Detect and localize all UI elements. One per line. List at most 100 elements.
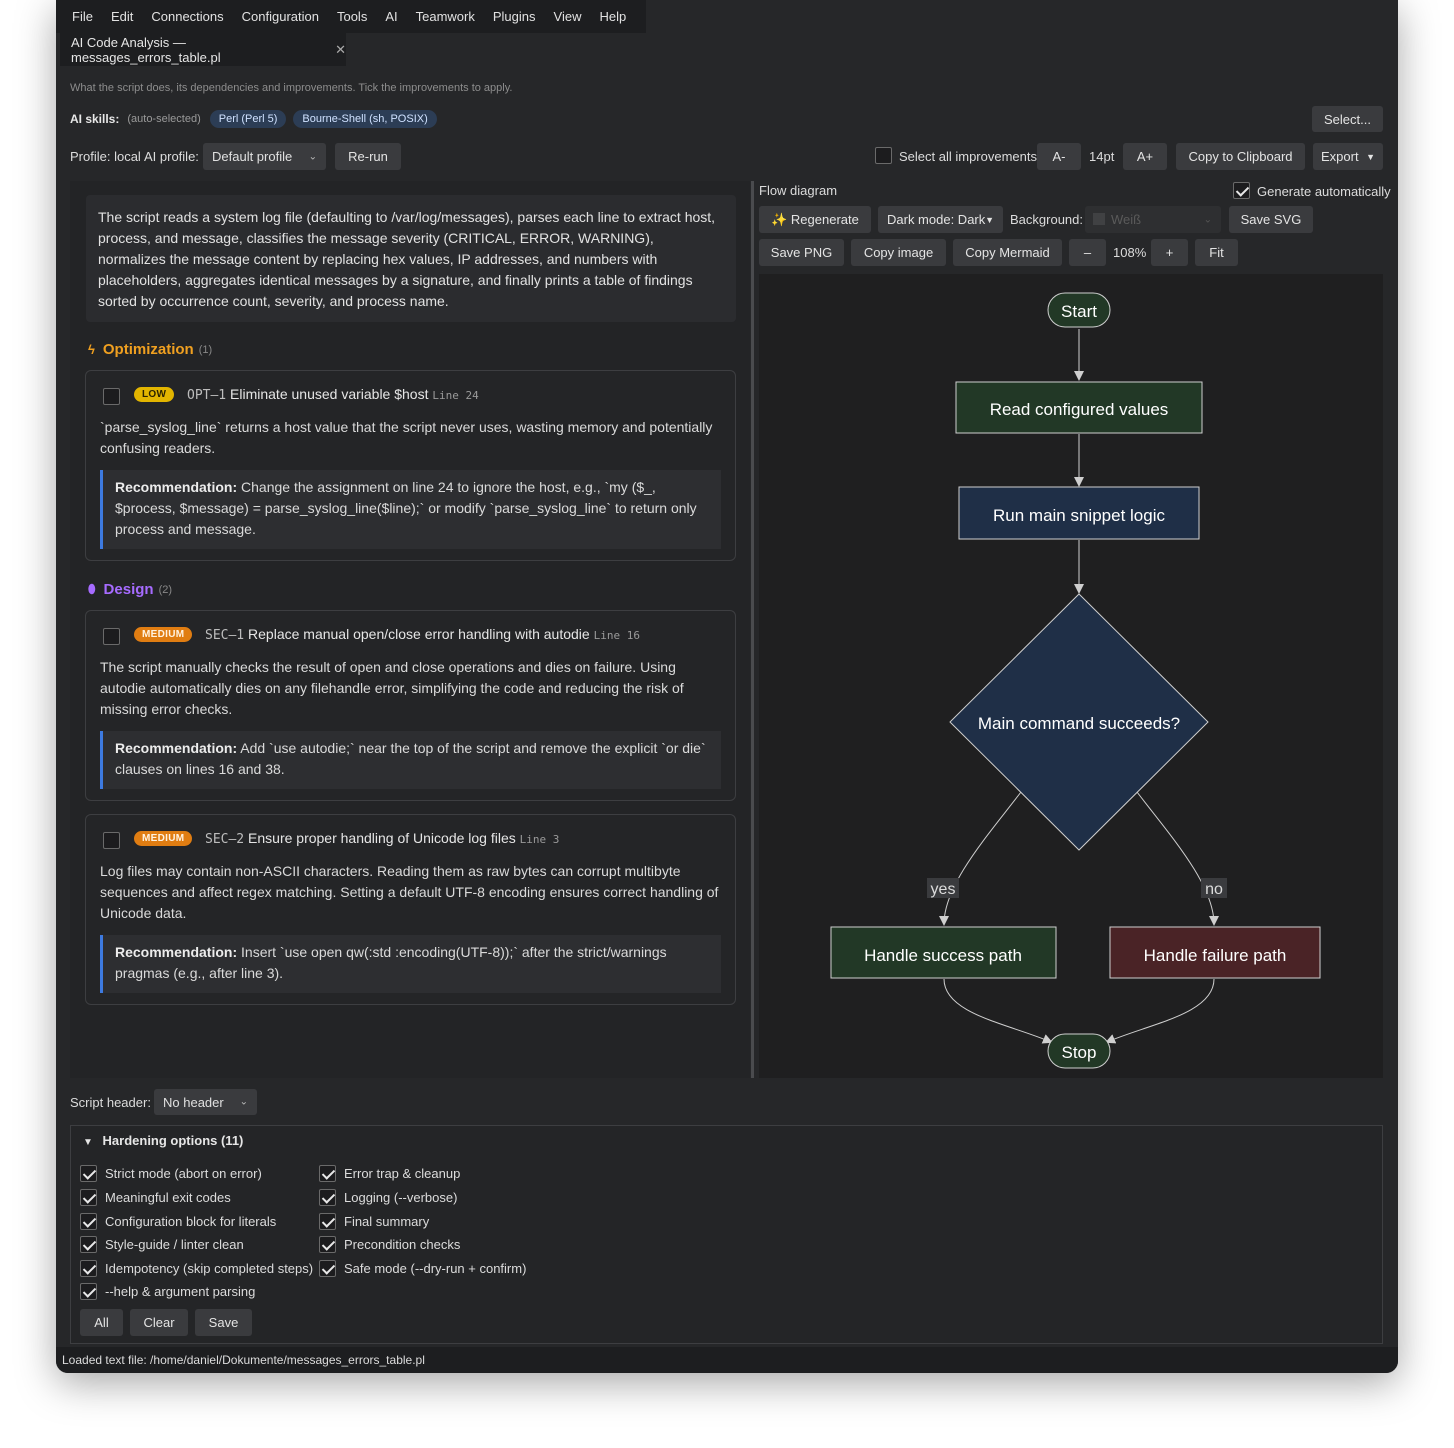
option-label: Logging (--verbose) [344,1190,458,1205]
close-icon[interactable]: ✕ [335,42,346,58]
flow-diagram-canvas[interactable]: Start Read configured values Run main sn… [759,274,1383,1078]
dark-mode-select[interactable]: Dark mode: Dark ▼ [878,206,1003,233]
finding-line: Line 16 [593,629,640,642]
findings-panel[interactable]: The script reads a system log file (defa… [70,181,750,1078]
finding-heading: OPT–1 Eliminate unused variable $host Li… [187,386,479,403]
select-all-checkbox[interactable] [875,147,892,164]
zoom-out-button[interactable]: – [1069,239,1106,266]
menu-bar: File Edit Connections Configuration Tool… [56,0,646,33]
option-idempotency[interactable]: Idempotency (skip completed steps) [80,1260,313,1277]
option-style-guide[interactable]: Style-guide / linter clean [80,1236,244,1253]
option-strict-mode[interactable]: Strict mode (abort on error) [80,1165,262,1182]
finding-card-opt-1: LOW OPT–1 Eliminate unused variable $hos… [85,370,736,561]
section-optimization: ϟ Optimization (1) [88,341,212,358]
caret-down-icon: ▼ [985,214,994,225]
panel-splitter[interactable] [751,181,754,1078]
ai-skills-auto-note: (auto-selected) [127,113,201,125]
recommendation-label: Recommendation: [115,740,238,756]
option-error-trap[interactable]: Error trap & cleanup [319,1165,460,1182]
menu-help[interactable]: Help [599,9,626,24]
checkbox[interactable] [80,1213,97,1230]
menu-file[interactable]: File [72,9,93,24]
chevron-down-icon: ⌄ [1203,214,1212,225]
menu-ai[interactable]: AI [385,9,397,24]
option-label: Error trap & cleanup [344,1166,461,1181]
select-all-options-button[interactable]: All [80,1309,123,1336]
finding-checkbox[interactable] [103,388,120,405]
checkbox[interactable] [319,1213,336,1230]
app-window: File Edit Connections Configuration Tool… [56,0,1398,1373]
profile-label: Profile: local [70,149,141,164]
export-button[interactable]: Export ▼ [1313,143,1383,170]
color-swatch [1093,213,1105,225]
menu-plugins[interactable]: Plugins [493,9,536,24]
regenerate-button[interactable]: ✨ Regenerate [759,206,871,233]
finding-description: Log files may contain non-ASCII characte… [100,863,719,921]
edge-label-no: no [1205,881,1223,898]
finding-title: Eliminate unused variable $host [230,386,429,402]
option-precondition[interactable]: Precondition checks [319,1236,460,1253]
option-safe-mode[interactable]: Safe mode (--dry-run + confirm) [319,1260,526,1277]
checkbox[interactable] [319,1189,336,1206]
chevron-down-icon: ⌄ [239,1096,248,1108]
section-optimization-title: Optimization [102,341,194,358]
generate-auto-checkbox[interactable] [1233,182,1250,199]
menu-tools[interactable]: Tools [337,9,367,24]
checkbox[interactable] [80,1165,97,1182]
menu-configuration[interactable]: Configuration [242,9,319,24]
node-failure-label: Handle failure path [1144,946,1287,965]
finding-recommendation: Recommendation: Insert `use open qw(:std… [100,935,721,993]
clear-options-button[interactable]: Clear [130,1309,188,1336]
option-exit-codes[interactable]: Meaningful exit codes [80,1189,231,1206]
option-label: Idempotency (skip completed steps) [105,1261,314,1276]
ai-skills-row: AI skills: (auto-selected) Perl (Perl 5)… [70,109,444,129]
fit-button[interactable]: Fit [1195,239,1238,266]
save-svg-button[interactable]: Save SVG [1229,206,1313,233]
copy-image-button[interactable]: Copy image [851,239,946,266]
tab-ai-code-analysis[interactable]: AI Code Analysis — messages_errors_table… [60,33,346,66]
select-skills-button[interactable]: Select... [1312,106,1383,132]
ai-profile-select[interactable]: Default profile ⌄ [203,143,326,170]
dialog-subtitle: What the script does, its dependencies a… [70,82,513,94]
option-label: Strict mode (abort on error) [105,1166,262,1181]
tab-title: AI Code Analysis — messages_errors_table… [71,34,221,65]
finding-description: The script manually checks the result of… [100,659,684,717]
flow-diagram-svg: Start Read configured values Run main sn… [830,292,1321,1069]
option-config-block[interactable]: Configuration block for literals [80,1213,276,1230]
menu-teamwork[interactable]: Teamwork [416,9,475,24]
save-png-button[interactable]: Save PNG [759,239,844,266]
option-final-summary[interactable]: Final summary [319,1213,429,1230]
menu-edit[interactable]: Edit [111,9,133,24]
checkbox[interactable] [80,1189,97,1206]
menu-connections[interactable]: Connections [151,9,223,24]
ai-profile-value: Default profile [212,149,293,164]
rerun-button[interactable]: Re-run [335,143,401,170]
copy-clipboard-button[interactable]: Copy to Clipboard [1176,143,1305,170]
script-header-value: No header [163,1094,224,1110]
finding-line: Line 3 [519,833,560,846]
zoom-in-button[interactable]: + [1151,239,1188,266]
option-label: Style-guide / linter clean [105,1237,244,1252]
checkbox[interactable] [319,1260,336,1277]
finding-checkbox[interactable] [103,628,120,645]
checkbox[interactable] [319,1236,336,1253]
checkbox[interactable] [80,1260,97,1277]
recommendation-label: Recommendation: [115,479,238,495]
checkbox[interactable] [319,1165,336,1182]
menu-view[interactable]: View [554,9,582,24]
copy-mermaid-button[interactable]: Copy Mermaid [953,239,1062,266]
option-help-parsing[interactable]: --help & argument parsing [80,1283,255,1300]
font-decrease-button[interactable]: A- [1037,143,1081,170]
script-header-select[interactable]: No header ⌄ [154,1089,257,1115]
checkbox[interactable] [80,1236,97,1253]
option-logging[interactable]: Logging (--verbose) [319,1189,457,1206]
hardening-options-header[interactable]: ▼ Hardening options (11) [83,1133,243,1148]
checkbox[interactable] [80,1283,97,1300]
severity-badge: LOW [134,387,175,402]
save-options-button[interactable]: Save [195,1309,252,1336]
finding-checkbox[interactable] [103,832,120,849]
node-success-label: Handle success path [864,946,1022,965]
font-increase-button[interactable]: A+ [1123,143,1167,170]
generate-auto-label: Generate automatically [1257,184,1391,199]
background-select[interactable]: Weiß ⌄ [1085,206,1221,233]
